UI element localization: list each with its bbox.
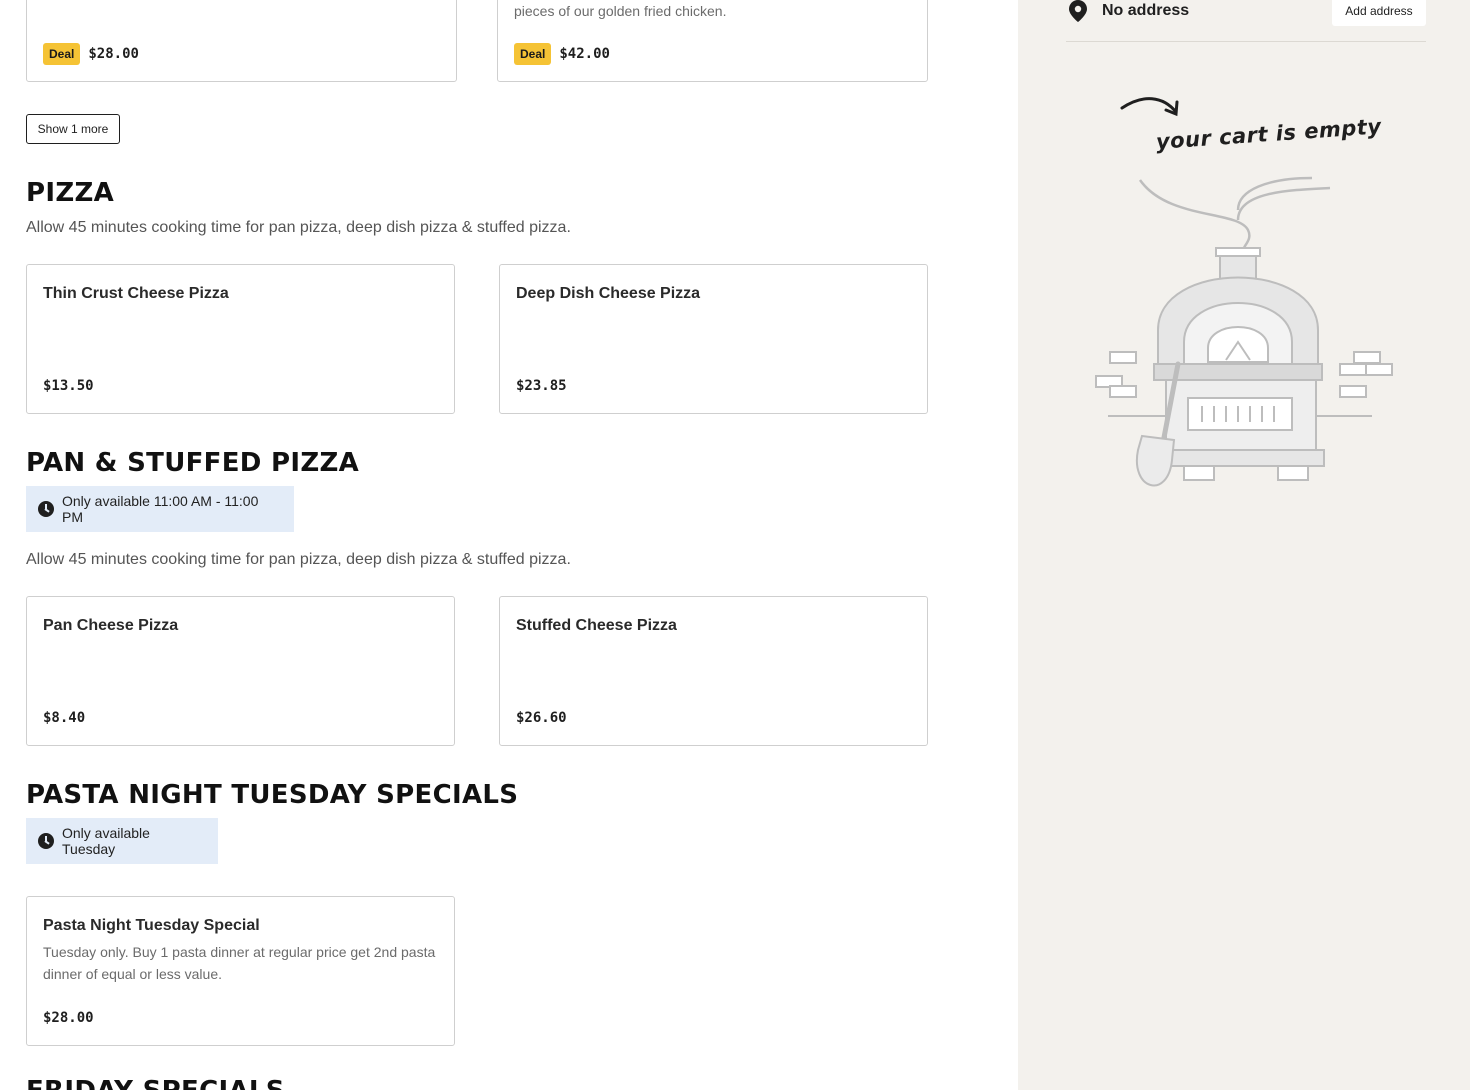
deal-card[interactable]: pieces of our golden fried chicken. Deal…: [497, 0, 928, 82]
deal-price: $28.00: [88, 46, 139, 62]
address-text: No address: [1102, 2, 1190, 19]
availability-text: Only available 11:00 AM - 11:00 PM: [62, 493, 259, 525]
availability-banner: Only available 11:00 AM - 11:00 PM: [26, 486, 294, 532]
deal-card[interactable]: Deal $28.00: [26, 0, 457, 82]
add-address-button[interactable]: Add address: [1332, 0, 1426, 26]
map-pin-icon: [1069, 0, 1087, 27]
section-title-pasta: PASTA NIGHT TUESDAY SPECIALS: [26, 780, 519, 810]
section-note: Allow 45 minutes cooking time for pan pi…: [26, 219, 571, 236]
item-price: $8.40: [43, 710, 86, 726]
item-name: Deep Dish Cheese Pizza: [516, 285, 701, 302]
item-price: $23.85: [516, 378, 567, 394]
deal-badge: Deal: [43, 43, 81, 65]
menu-item-card[interactable]: Deep Dish Cheese Pizza $23.85: [499, 264, 928, 414]
pizza-oven-illustration: [1095, 97, 1393, 487]
deal-row: Deal $28.00: [43, 43, 139, 65]
show-more-button[interactable]: Show 1 more: [26, 114, 120, 144]
section-title-pizza: PIZZA: [26, 178, 115, 208]
address-row: No address Add address: [1066, 0, 1426, 42]
availability-text: Only available Tuesday: [62, 825, 150, 857]
item-name: Pasta Night Tuesday Special: [43, 917, 260, 934]
item-description: Tuesday only. Buy 1 pasta dinner at regu…: [43, 944, 436, 982]
menu-main: Deal $28.00 pieces of our golden fried c…: [0, 0, 1018, 1090]
section-title-friday: FRIDAY SPECIALS: [26, 1076, 285, 1090]
section-note: Allow 45 minutes cooking time for pan pi…: [26, 551, 571, 568]
menu-item-card[interactable]: Stuffed Cheese Pizza $26.60: [499, 596, 928, 746]
cart-sidebar: No address Add address your cart is empt…: [1018, 0, 1470, 1090]
item-price: $28.00: [43, 1010, 94, 1026]
menu-item-card[interactable]: Pan Cheese Pizza $8.40: [26, 596, 455, 746]
clock-icon: [38, 501, 54, 517]
item-name: Pan Cheese Pizza: [43, 617, 179, 634]
item-price: $13.50: [43, 378, 94, 394]
deal-badge: Deal: [514, 43, 552, 65]
item-name: Thin Crust Cheese Pizza: [43, 285, 229, 302]
item-price: $26.60: [516, 710, 567, 726]
section-title-pan-stuffed: PAN & STUFFED PIZZA: [26, 448, 360, 478]
item-name: Stuffed Cheese Pizza: [516, 617, 677, 634]
deal-description: pieces of our golden fried chicken.: [514, 3, 727, 19]
clock-icon: [38, 833, 54, 849]
deal-row: Deal $42.00: [514, 43, 610, 65]
menu-item-card[interactable]: Pasta Night Tuesday Special Tuesday only…: [26, 896, 455, 1046]
menu-item-card[interactable]: Thin Crust Cheese Pizza $13.50: [26, 264, 455, 414]
deal-price: $42.00: [559, 46, 610, 62]
availability-banner: Only available Tuesday: [26, 818, 218, 864]
